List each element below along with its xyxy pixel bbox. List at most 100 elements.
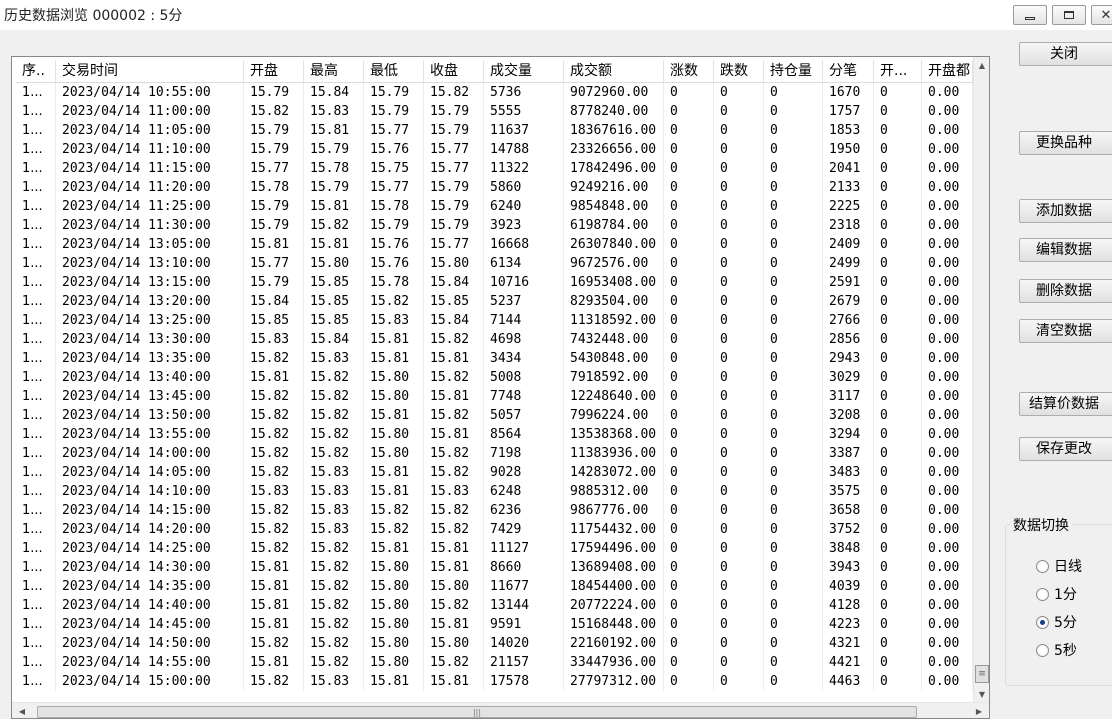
column-header[interactable]: 分笔 <box>823 60 874 82</box>
column-header[interactable]: 收盘 <box>424 60 484 82</box>
table-row[interactable]: 1... 2023/04/14 13:10:00 15.77 15.80 15.76 15… <box>16 254 973 273</box>
table-row[interactable]: 1... 2023/04/14 13:55:00 15.82 15.82 15.80 15… <box>16 425 973 444</box>
table-row[interactable]: 1... 2023/04/14 11:05:00 15.79 15.81 15.77 15… <box>16 121 973 140</box>
column-header[interactable]: 成交量 <box>484 60 564 82</box>
table-row[interactable]: 1... 2023/04/14 14:05:00 15.82 15.83 15.81 15… <box>16 463 973 482</box>
add-data-button[interactable]: 添加数据 <box>1019 199 1112 223</box>
settlement-data-button[interactable]: 结算价数据 <box>1019 392 1112 416</box>
edit-data-button[interactable]: 编辑数据 <box>1019 238 1112 262</box>
column-header[interactable]: 涨数 <box>664 60 714 82</box>
table-cell: 15.80 <box>364 615 424 634</box>
table-cell: 22160192.00 <box>564 634 664 653</box>
column-header[interactable]: 最低 <box>364 60 424 82</box>
table-cell: 0 <box>714 596 764 615</box>
column-header[interactable]: 跌数 <box>714 60 764 82</box>
column-header[interactable]: 交易时间 <box>56 60 244 82</box>
scroll-left-arrow-icon[interactable]: ◀ <box>15 703 29 718</box>
table-cell: 15168448.00 <box>564 615 664 634</box>
column-header[interactable]: 开... <box>874 60 922 82</box>
table-row[interactable]: 1... 2023/04/14 13:30:00 15.83 15.84 15.81 15… <box>16 330 973 349</box>
vertical-scrollbar[interactable]: ▲ ≡ ▼ <box>973 57 989 702</box>
radio-option[interactable]: 5秒 <box>1036 640 1077 660</box>
radio-option[interactable]: 1分 <box>1036 584 1077 604</box>
scroll-right-arrow-icon[interactable]: ▶ <box>972 703 986 718</box>
window-close-button[interactable]: ✕ <box>1091 5 1112 25</box>
minimize-button[interactable] <box>1013 5 1047 25</box>
scroll-down-arrow-icon[interactable]: ▼ <box>974 686 989 702</box>
table-row[interactable]: 1... 2023/04/14 11:10:00 15.79 15.79 15.76 15… <box>16 140 973 159</box>
table-cell: 2023/04/14 14:00:00 <box>56 444 244 463</box>
radio-button-icon[interactable] <box>1036 643 1049 657</box>
table-row[interactable]: 1... 2023/04/14 14:10:00 15.83 15.83 15.81 15… <box>16 482 973 501</box>
table-cell: 15.81 <box>424 539 484 558</box>
table-row[interactable]: 1... 2023/04/14 14:40:00 15.81 15.82 15.80 15… <box>16 596 973 615</box>
table-cell: 15.82 <box>364 501 424 520</box>
table-row[interactable]: 1... 2023/04/14 11:00:00 15.82 15.83 15.79 15… <box>16 102 973 121</box>
table-row[interactable]: 1... 2023/04/14 13:50:00 15.82 15.82 15.81 15… <box>16 406 973 425</box>
vertical-scroll-thumb[interactable]: ≡ <box>975 665 989 683</box>
table-row[interactable]: 1... 2023/04/14 14:15:00 15.82 15.83 15.82 15… <box>16 501 973 520</box>
change-symbol-button[interactable]: 更换品种 <box>1019 131 1112 155</box>
table-cell: 0.00 <box>922 520 973 539</box>
table-cell: 14020 <box>484 634 564 653</box>
table-cell: 0 <box>664 634 714 653</box>
table-row[interactable]: 1... 2023/04/14 14:30:00 15.81 15.82 15.80 15… <box>16 558 973 577</box>
history-data-grid[interactable]: 序.. 交易时间 开盘 最高 最低 收盘 成交量 成交额 涨数 跌数 持仓量 分笔 开... 开盘都 1.… <box>11 56 990 719</box>
table-cell: 6240 <box>484 197 564 216</box>
delete-data-button[interactable]: 删除数据 <box>1019 279 1112 303</box>
table-row[interactable]: 1... 2023/04/14 13:05:00 15.81 15.81 15.76 15… <box>16 235 973 254</box>
column-header[interactable]: 开盘都 <box>922 60 973 82</box>
table-row[interactable]: 1... 2023/04/14 14:45:00 15.81 15.82 15.80 15… <box>16 615 973 634</box>
table-row[interactable]: 1... 2023/04/14 11:30:00 15.79 15.82 15.79 15… <box>16 216 973 235</box>
table-row[interactable]: 1... 2023/04/14 14:50:00 15.82 15.82 15.80 15… <box>16 634 973 653</box>
table-row[interactable]: 1... 2023/04/14 14:55:00 15.81 15.82 15.80 15… <box>16 653 973 672</box>
horizontal-scroll-thumb[interactable]: ||| <box>37 706 917 718</box>
maximize-button[interactable] <box>1052 5 1086 25</box>
table-cell: 2023/04/14 14:15:00 <box>56 501 244 520</box>
table-row[interactable]: 1... 2023/04/14 13:20:00 15.84 15.85 15.82 15… <box>16 292 973 311</box>
clear-data-button[interactable]: 清空数据 <box>1019 319 1112 343</box>
table-cell: 15.82 <box>424 501 484 520</box>
table-cell: 15.84 <box>244 292 304 311</box>
table-row[interactable]: 1... 2023/04/14 11:25:00 15.79 15.81 15.78 15… <box>16 197 973 216</box>
column-header[interactable]: 成交额 <box>564 60 664 82</box>
save-changes-button[interactable]: 保存更改 <box>1019 437 1112 461</box>
column-header[interactable]: 持仓量 <box>764 60 823 82</box>
column-header[interactable]: 开盘 <box>244 60 304 82</box>
table-row[interactable]: 1... 2023/04/14 13:45:00 15.82 15.82 15.80 15… <box>16 387 973 406</box>
table-row[interactable]: 1... 2023/04/14 15:00:00 15.82 15.83 15.81 15… <box>16 672 973 691</box>
table-cell: 15.79 <box>424 121 484 140</box>
table-row[interactable]: 1... 2023/04/14 14:00:00 15.82 15.82 15.80 15… <box>16 444 973 463</box>
column-header[interactable]: 序.. <box>16 60 56 82</box>
table-row[interactable]: 1... 2023/04/14 11:20:00 15.78 15.79 15.77 15… <box>16 178 973 197</box>
table-cell: 15.83 <box>304 501 364 520</box>
radio-button-icon[interactable] <box>1036 587 1049 601</box>
radio-button-icon[interactable] <box>1036 615 1049 629</box>
table-cell: 2023/04/14 14:50:00 <box>56 634 244 653</box>
table-cell: 15.82 <box>424 596 484 615</box>
table-cell: 0 <box>764 558 823 577</box>
table-row[interactable]: 1... 2023/04/14 14:20:00 15.82 15.83 15.82 15… <box>16 520 973 539</box>
table-row[interactable]: 1... 2023/04/14 14:35:00 15.81 15.82 15.80 15… <box>16 577 973 596</box>
radio-option[interactable]: 5分 <box>1036 612 1077 632</box>
table-cell: 0 <box>874 520 922 539</box>
radio-option[interactable]: 日线 <box>1036 556 1082 576</box>
radio-button-icon[interactable] <box>1036 559 1049 573</box>
table-cell: 15.81 <box>244 368 304 387</box>
table-row[interactable]: 1... 2023/04/14 13:25:00 15.85 15.85 15.83 15… <box>16 311 973 330</box>
table-row[interactable]: 1... 2023/04/14 13:15:00 15.79 15.85 15.78 15… <box>16 273 973 292</box>
table-cell: 15.79 <box>244 273 304 292</box>
table-cell: 0.00 <box>922 501 973 520</box>
horizontal-scrollbar[interactable]: ◀ ||| ▶ <box>12 702 989 718</box>
table-cell: 15.82 <box>424 406 484 425</box>
table-row[interactable]: 1... 2023/04/14 10:55:00 15.79 15.84 15.79 15… <box>16 83 973 102</box>
scroll-up-arrow-icon[interactable]: ▲ <box>974 57 989 73</box>
column-header[interactable]: 最高 <box>304 60 364 82</box>
table-row[interactable]: 1... 2023/04/14 13:40:00 15.81 15.82 15.80 15… <box>16 368 973 387</box>
table-row[interactable]: 1... 2023/04/14 14:25:00 15.82 15.82 15.81 15… <box>16 539 973 558</box>
table-row[interactable]: 1... 2023/04/14 13:35:00 15.82 15.83 15.81 15… <box>16 349 973 368</box>
table-row[interactable]: 1... 2023/04/14 11:15:00 15.77 15.78 15.75 15… <box>16 159 973 178</box>
close-button[interactable]: 关闭 <box>1019 42 1112 66</box>
table-cell: 0 <box>714 463 764 482</box>
table-cell: 1... <box>16 653 56 672</box>
